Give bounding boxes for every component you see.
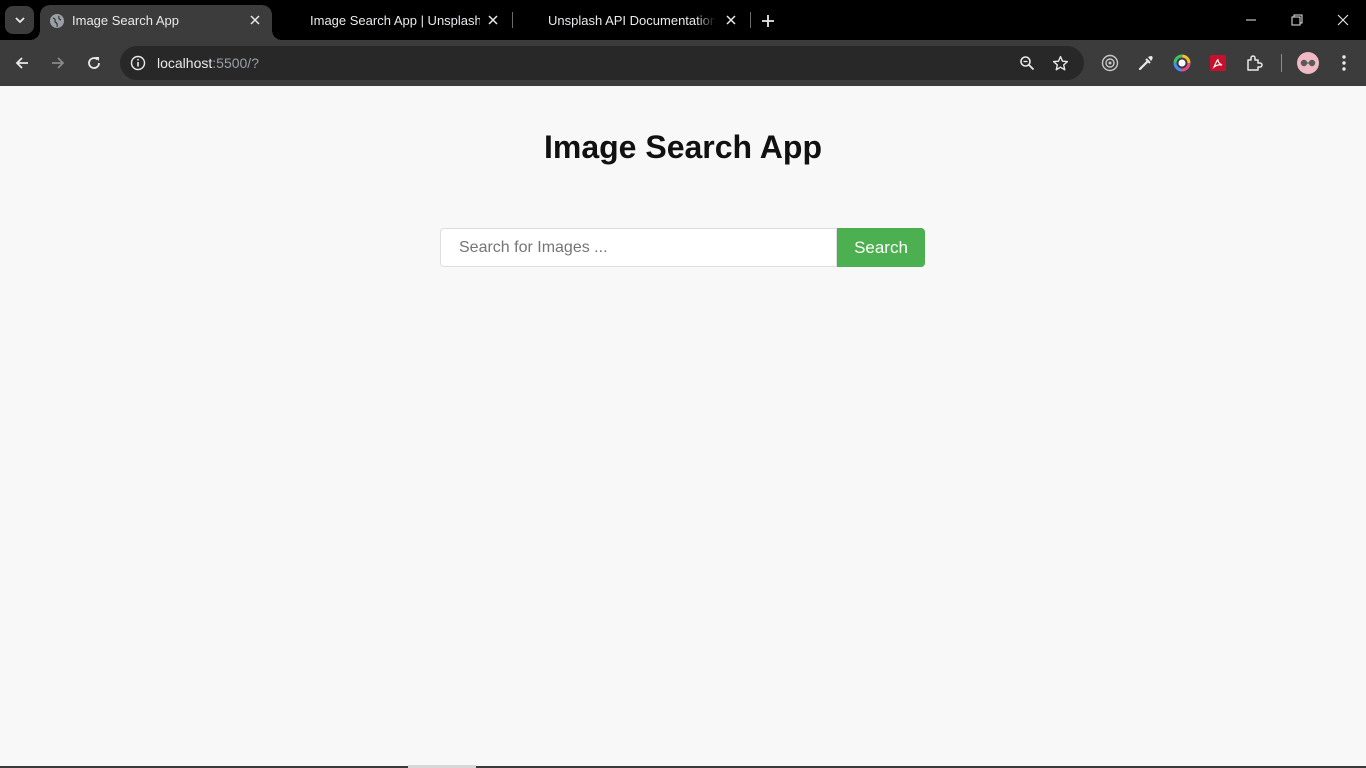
close-window-button[interactable] (1320, 0, 1366, 40)
search-input[interactable] (440, 228, 837, 267)
profile-glasses-icon (1300, 59, 1316, 67)
plus-icon (762, 15, 774, 27)
star-icon[interactable] (1048, 51, 1072, 75)
restore-icon (1291, 14, 1303, 26)
avatar[interactable] (1297, 52, 1319, 74)
eyedropper-icon[interactable] (1134, 51, 1158, 75)
tab-close-icon[interactable] (246, 11, 264, 29)
pdf-icon[interactable] (1206, 51, 1230, 75)
tab-close-icon[interactable] (722, 11, 740, 29)
tab-close-icon[interactable] (484, 11, 502, 29)
info-icon[interactable] (126, 51, 150, 75)
restore-button[interactable] (1274, 0, 1320, 40)
search-button[interactable]: Search (837, 228, 925, 267)
tab-unsplash-app[interactable]: Image Search App | Unsplash (280, 0, 512, 40)
kebab-menu-icon[interactable] (1332, 51, 1356, 75)
puzzle-icon[interactable] (1242, 51, 1266, 75)
tab-title: Image Search App | Unsplash (310, 13, 480, 28)
chevron-down-icon (14, 17, 25, 24)
tab-separator (512, 12, 513, 28)
browser-tab-strip: Image Search App Image Search App | Unsp… (0, 0, 1366, 40)
tab-image-search-app[interactable]: Image Search App (30, 5, 282, 40)
minimize-button[interactable] (1228, 0, 1274, 40)
globe-icon (50, 14, 64, 28)
address-bar[interactable]: localhost:5500/? (120, 46, 1084, 80)
close-icon (1337, 14, 1349, 26)
extension-target-icon[interactable] (1098, 51, 1122, 75)
arrow-left-icon (15, 57, 28, 69)
zoom-icon[interactable] (1015, 51, 1039, 75)
browser-toolbar: localhost:5500/? (0, 40, 1366, 86)
address-url[interactable]: localhost:5500/? (157, 55, 259, 71)
tab-title: Unsplash API Documentation | Free HD Pho… (548, 13, 716, 28)
minimize-icon (1246, 19, 1256, 21)
color-wheel-icon[interactable] (1170, 51, 1194, 75)
forward-button[interactable] (44, 49, 72, 77)
tab-title: Image Search App (72, 13, 179, 28)
reload-icon (88, 57, 100, 69)
new-tab-button[interactable] (757, 10, 779, 32)
toolbar-separator (1281, 54, 1282, 72)
arrow-right-icon (52, 57, 65, 69)
back-button[interactable] (8, 49, 36, 77)
reload-button[interactable] (80, 49, 108, 77)
url-host: localhost (157, 55, 213, 71)
url-rest: :5500/? (212, 55, 259, 71)
tab-separator (750, 12, 751, 28)
page-content: Image Search App Search (0, 87, 1366, 768)
tab-unsplash-api-docs[interactable]: Unsplash API Documentation | Free HD Pho… (518, 0, 750, 40)
page-title: Image Search App (543, 129, 822, 165)
